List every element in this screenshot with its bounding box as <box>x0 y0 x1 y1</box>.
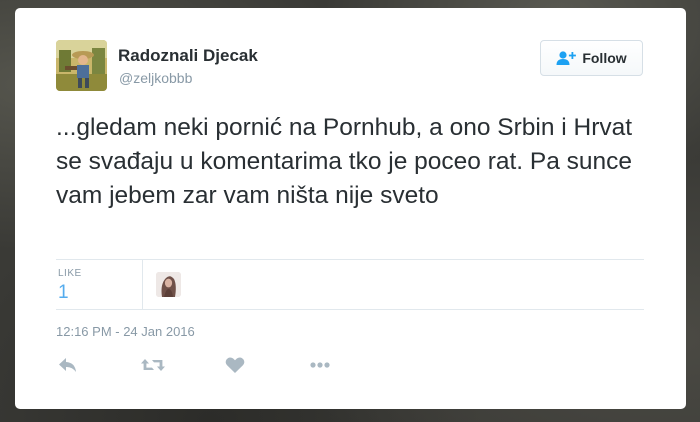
liker-avatar-image <box>156 272 181 297</box>
tweet-stats: LIKE 1 <box>56 259 644 310</box>
like-button[interactable] <box>224 355 250 377</box>
more-button[interactable] <box>308 355 334 377</box>
tweet-text: ...gledam neki pornić na Pornhub, a ono … <box>56 114 633 209</box>
stats-divider <box>142 260 143 309</box>
tweet-timestamp[interactable]: 12:16 PM - 24 Jan 2016 <box>56 324 195 339</box>
likes-label: LIKE <box>58 268 82 279</box>
tweet-card: Radoznali Djecak @zeljkobbb Follow ...gl… <box>15 8 686 409</box>
reply-icon <box>59 358 76 372</box>
author-avatar[interactable] <box>56 40 107 91</box>
author-handle[interactable]: @zeljkobbb <box>119 70 192 86</box>
add-user-icon <box>556 51 577 65</box>
retweet-icon <box>141 359 165 371</box>
follow-button[interactable]: Follow <box>540 40 643 76</box>
reply-button[interactable] <box>57 355 83 377</box>
retweet-button[interactable] <box>140 355 166 377</box>
heart-icon <box>225 357 245 373</box>
author-name[interactable]: Radoznali Djecak <box>118 46 258 66</box>
likes-count[interactable]: 1 <box>58 282 69 304</box>
avatar-image <box>56 40 107 91</box>
liker-avatar[interactable] <box>156 272 181 297</box>
more-icon <box>310 362 330 368</box>
follow-label: Follow <box>582 50 627 66</box>
